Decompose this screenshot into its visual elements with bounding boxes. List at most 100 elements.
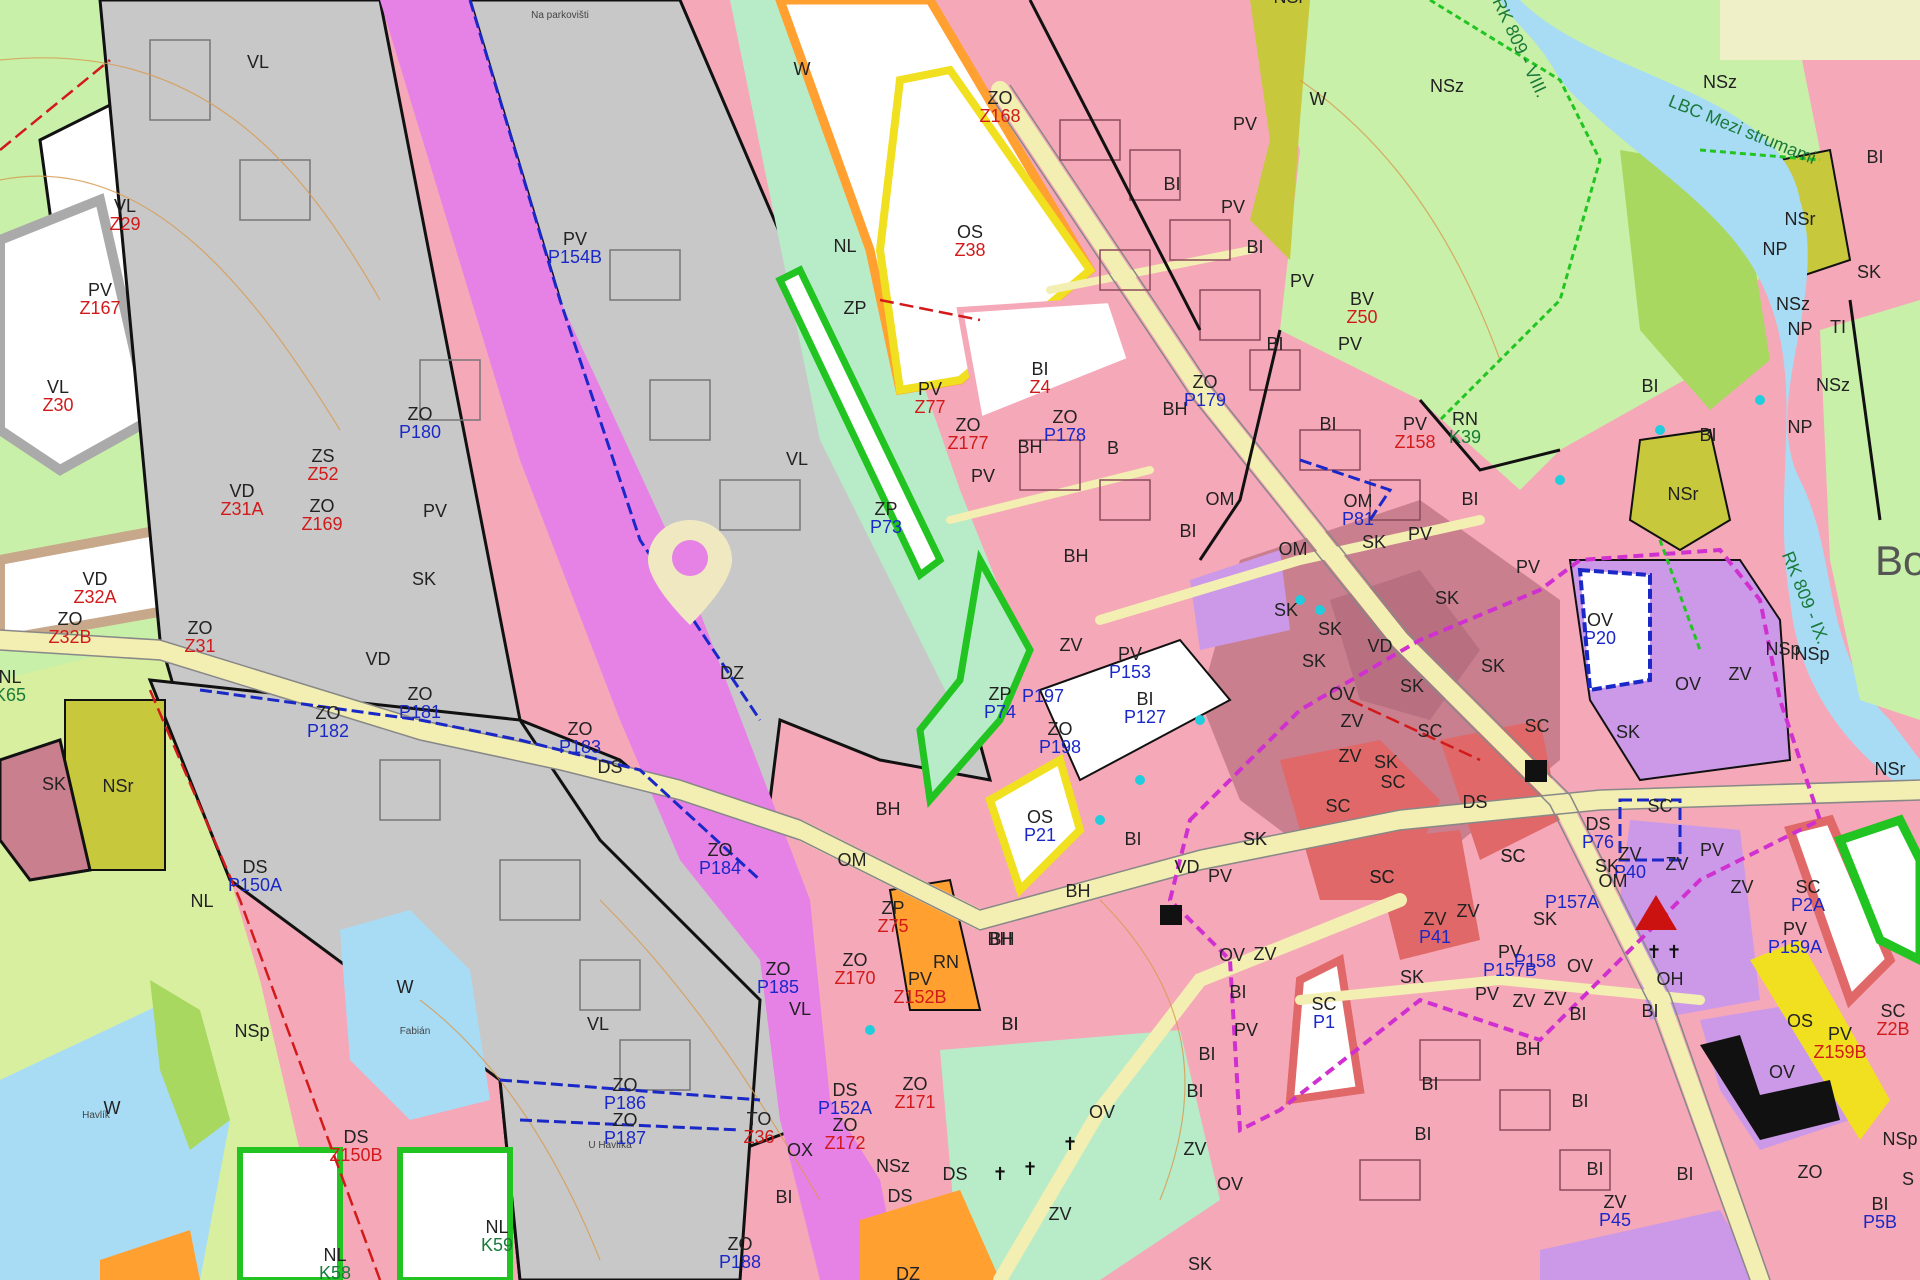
zone-code: BI (1229, 982, 1246, 1002)
zone-label-nsz4: NSz (1776, 294, 1810, 314)
zone-code: ZO (316, 703, 341, 723)
zone-label-bh6: BH (1065, 881, 1090, 901)
zone-label-vd1: VD (365, 649, 390, 669)
zone-code: ZO (568, 719, 593, 739)
zone-label-nsp4: NSp (1882, 1129, 1917, 1149)
zone-code: SK (1400, 676, 1424, 696)
edge-text: Bo (1875, 537, 1920, 584)
zone-code: BI (1179, 521, 1196, 541)
zone-code: SK (1435, 588, 1459, 608)
zone-code: SK (1533, 909, 1557, 929)
zone-label-pv5: PV (1290, 271, 1314, 291)
zone-ref: P179 (1184, 390, 1226, 410)
zone-code: PV (563, 229, 587, 249)
zone-label-vl1: VL (247, 52, 269, 72)
zone-code: ZP (881, 898, 904, 918)
zone-label-zp_p73: ZPP73 (870, 499, 902, 537)
zone-code: ZO (1048, 719, 1073, 739)
zone-label-vd2: VD (1367, 636, 1392, 656)
zone-label-vd3: VD (1174, 857, 1199, 877)
zone-ref: P182 (307, 721, 349, 741)
zone-label-bi8: BI (1641, 376, 1658, 396)
zone-code: BI (1676, 1164, 1693, 1184)
zone-code: BI (1414, 1124, 1431, 1144)
zone-code: SK (1374, 752, 1398, 772)
zone-code: BI (1186, 1081, 1203, 1101)
zone-ref: P150A (228, 875, 282, 895)
zone-label-ov5: OV (1769, 1062, 1795, 1082)
zone-label-pv2: PV (971, 466, 995, 486)
zone-label-bi7: BI (1319, 414, 1336, 434)
zone-label-vl3: VL (789, 999, 811, 1019)
zone-label-pv3: PV (1233, 114, 1257, 134)
zone-label-pv6: PV (1338, 334, 1362, 354)
zone-code: PV (1408, 524, 1432, 544)
svg-text:✝: ✝ (1062, 1134, 1077, 1155)
zone-label-p158: P158 (1514, 951, 1556, 971)
zone-label-w2: W (104, 1098, 121, 1118)
zone-code: NSp (1882, 1129, 1917, 1149)
zone-code: W (397, 977, 414, 997)
zone-code: NSz (1703, 72, 1737, 92)
zone-ref: P185 (757, 977, 799, 997)
zone-ref: P5B (1863, 1212, 1897, 1232)
zone-code: ZO (310, 496, 335, 516)
zone-code: BI (1866, 147, 1883, 167)
zone-label-zv6: ZV (1730, 877, 1753, 897)
zone-ref: K39 (1449, 427, 1481, 447)
zone-code: SK (1400, 967, 1424, 987)
zone-label-vl2: VL (786, 449, 808, 469)
zone-label-bi19: BI (1421, 1074, 1438, 1094)
zone-code: SC (1325, 796, 1350, 816)
zone-label-ov7: OV (1217, 1174, 1243, 1194)
zone-label-nsr3: NSr (1785, 209, 1816, 229)
zone-label-bh1: BH (875, 799, 900, 819)
zone-code: PV (1828, 1024, 1852, 1044)
zone-code: PV (1783, 919, 1807, 939)
zone-label-bi11: BI (1461, 489, 1478, 509)
zone-code: ZV (1059, 635, 1082, 655)
zone-label-s_edge: S (1902, 1169, 1914, 1189)
zone-label-pv1: PV (423, 501, 447, 521)
zone-code: ZO (1053, 407, 1078, 427)
zone-label-bi3: BI (1179, 521, 1196, 541)
zone-code: SC (1417, 721, 1442, 741)
zone-ref: Z159B (1813, 1042, 1866, 1062)
zone-code: BI (1319, 414, 1336, 434)
zone-label-zv11: ZV (1183, 1139, 1206, 1159)
zone-label-zv5: ZV (1665, 854, 1688, 874)
zone-code: NSr (103, 776, 134, 796)
zone-label-w3: W (794, 59, 811, 79)
zone-label-bi_bl: BI (775, 1187, 792, 1207)
zone-label-nsp1: NSp (234, 1021, 269, 1041)
zone-ref: Z52 (307, 464, 338, 484)
zone-code: BI (1569, 1004, 1586, 1024)
zone-code: NSz (1816, 375, 1850, 395)
zone-code: VL (247, 52, 269, 72)
zone-code: OM (1344, 491, 1373, 511)
zone-nl-k59 (397, 1147, 513, 1280)
zone-label-bi23: BI (1676, 1164, 1693, 1184)
zone-ref: Z32A (73, 587, 116, 607)
zone-code: OS (1027, 807, 1053, 827)
zone-label-vl4: VL (587, 1014, 609, 1034)
zone-code: SK (1274, 600, 1298, 620)
zoning-map[interactable]: ✝ ✝✝ ✝ ✝ Na parkovišti Fabián Havlík U Hav… (0, 0, 1920, 1280)
zone-code: PV (1234, 1020, 1258, 1040)
zone-label-bv_z50: BVZ50 (1346, 289, 1377, 327)
zone-code: BI (1001, 1014, 1018, 1034)
zone-code: SC (1880, 1001, 1905, 1021)
zone-code: OV (1769, 1062, 1795, 1082)
zone-label-zv2: ZV (1728, 664, 1751, 684)
zone-code: DZ (896, 1264, 920, 1280)
zone-label-sk9: SK (1302, 651, 1326, 671)
zone-code: NP (1787, 319, 1812, 339)
zone-label-bi10: BI (1699, 425, 1716, 445)
zone-code: SK (1318, 619, 1342, 639)
zone-label-ox: OX (787, 1140, 813, 1160)
zone-ref: P153 (1109, 662, 1151, 682)
zone-code: OS (957, 222, 983, 242)
zone-label-bh5: BH (1063, 546, 1088, 566)
zone-code: OV (1567, 956, 1593, 976)
zone-label-sc3: SC (1380, 772, 1405, 792)
